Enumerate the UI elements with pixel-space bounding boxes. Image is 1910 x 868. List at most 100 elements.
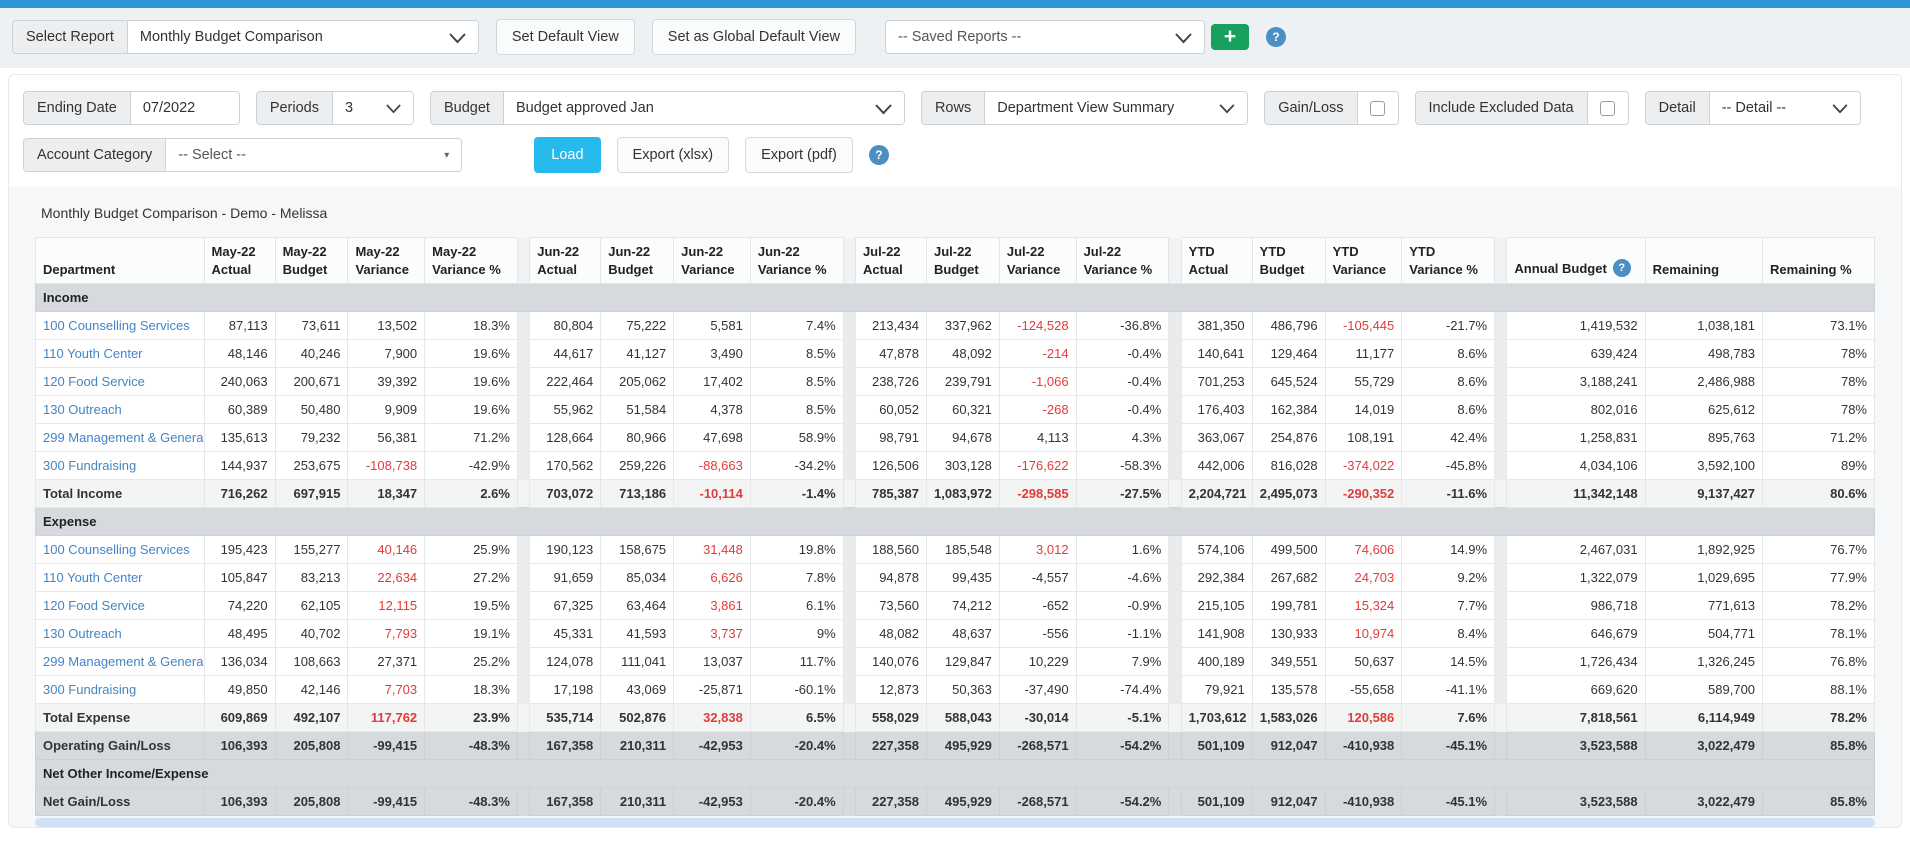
value-cell: 162,384 (1252, 396, 1325, 424)
column-spacer (1495, 340, 1507, 368)
department-link[interactable]: 120 Food Service (43, 374, 145, 389)
value-cell: -25,871 (674, 676, 751, 704)
value-cell: 259,226 (601, 452, 674, 480)
value-cell: 185,548 (926, 536, 999, 564)
department-link[interactable]: 100 Counselling Services (43, 318, 190, 333)
value-cell: -268,571 (999, 788, 1076, 816)
column-spacer (843, 452, 855, 480)
value-cell: 14.5% (1402, 648, 1495, 676)
value-cell: 167,358 (530, 788, 601, 816)
saved-reports-value: -- Saved Reports -- (898, 29, 1021, 45)
value-cell: 12,115 (348, 592, 425, 620)
toolbar-help-icon[interactable]: ? (1266, 27, 1286, 47)
value-cell: -214 (999, 340, 1076, 368)
value-cell: 363,067 (1181, 424, 1252, 452)
value-cell: 3,188,241 (1507, 368, 1645, 396)
column-spacer (1169, 620, 1181, 648)
chevron-down-icon (1832, 104, 1848, 114)
column-spacer (517, 536, 529, 564)
horizontal-scrollbar[interactable] (35, 818, 1875, 827)
column-spacer (1495, 480, 1507, 508)
table-row: 300 Fundraising49,85042,1467,70318.3%17,… (36, 676, 1875, 704)
value-cell: 645,524 (1252, 368, 1325, 396)
value-cell: 400,189 (1181, 648, 1252, 676)
value-cell: -4,557 (999, 564, 1076, 592)
value-cell: 41,593 (601, 620, 674, 648)
include-excluded-group: Include Excluded Data (1415, 91, 1629, 125)
department-link[interactable]: 130 Outreach (43, 626, 122, 641)
department-link[interactable]: 110 Youth Center (43, 346, 143, 361)
include-excluded-checkbox[interactable] (1600, 101, 1615, 116)
value-cell: 771,613 (1645, 592, 1762, 620)
saved-reports-select[interactable]: -- Saved Reports -- (886, 21, 1204, 53)
periods-select[interactable]: 3 (333, 92, 413, 124)
account-category-select[interactable]: -- Select -- ▾ (166, 139, 461, 171)
value-cell: 117,762 (348, 704, 425, 732)
value-cell: 130,933 (1252, 620, 1325, 648)
gain-loss-checkbox[interactable] (1370, 101, 1385, 116)
report-select[interactable]: Monthly Budget Comparison (128, 21, 478, 53)
col-sub-label: Actual (863, 262, 919, 277)
value-cell: -58.3% (1076, 452, 1169, 480)
value-cell: 73.1% (1763, 312, 1875, 340)
value-cell: 60,389 (204, 396, 275, 424)
value-cell: 51,584 (601, 396, 674, 424)
annual-budget-help-icon[interactable]: ? (1613, 259, 1631, 277)
chevron-down-icon (1219, 104, 1235, 114)
detail-select[interactable]: -- Detail -- (1710, 92, 1860, 124)
department-link[interactable]: 299 Management & General (43, 430, 204, 445)
ending-date-input[interactable] (131, 92, 239, 124)
value-cell: -20.4% (750, 732, 843, 760)
triangle-down-icon: ▾ (444, 150, 449, 161)
load-button[interactable]: Load (534, 137, 600, 173)
value-cell: 1,326,245 (1645, 648, 1762, 676)
filters-help-icon[interactable]: ? (869, 145, 889, 165)
value-cell: 227,358 (855, 732, 926, 760)
table-row: 300 Fundraising144,937253,675-108,738-42… (36, 452, 1875, 480)
value-cell: 60,321 (926, 396, 999, 424)
department-link[interactable]: 300 Fundraising (43, 682, 136, 697)
col-sub-label: Actual (1189, 262, 1245, 277)
section-label: Income (36, 284, 1875, 312)
value-cell: 625,612 (1645, 396, 1762, 424)
value-cell: 501,109 (1181, 788, 1252, 816)
value-cell: 6.5% (750, 704, 843, 732)
value-cell: 71.2% (1763, 424, 1875, 452)
department-link[interactable]: 110 Youth Center (43, 570, 143, 585)
set-default-view-button[interactable]: Set Default View (496, 19, 635, 55)
export-pdf-button[interactable]: Export (pdf) (745, 137, 853, 173)
value-cell: 1,583,026 (1252, 704, 1325, 732)
department-link[interactable]: 100 Counselling Services (43, 542, 190, 557)
department-link[interactable]: 120 Food Service (43, 598, 145, 613)
ending-date-label: Ending Date (24, 92, 131, 124)
department-link[interactable]: 130 Outreach (43, 402, 122, 417)
value-cell: -37,490 (999, 676, 1076, 704)
value-cell: 215,105 (1181, 592, 1252, 620)
add-report-button[interactable]: + (1211, 24, 1249, 50)
col-header-department: Department (36, 238, 205, 284)
value-cell: 442,006 (1181, 452, 1252, 480)
value-cell: 190,123 (530, 536, 601, 564)
ending-date-group: Ending Date (23, 91, 240, 125)
department-link[interactable]: 299 Management & General (43, 654, 204, 669)
value-cell: 108,663 (275, 648, 348, 676)
value-cell: -60.1% (750, 676, 843, 704)
value-cell: 71.2% (425, 424, 518, 452)
value-cell: 176,403 (1181, 396, 1252, 424)
budget-select[interactable]: Budget approved Jan (504, 92, 904, 124)
select-report-group: Select Report Monthly Budget Comparison (12, 20, 479, 54)
value-cell: 24,703 (1325, 564, 1402, 592)
set-global-default-view-button[interactable]: Set as Global Default View (652, 19, 856, 55)
col-header-jul-22-budget: Jul-22Budget (926, 238, 999, 284)
department-link[interactable]: 300 Fundraising (43, 458, 136, 473)
col-header-jun-22-variance: Jun-22Variance (674, 238, 751, 284)
export-xlsx-button[interactable]: Export (xlsx) (617, 137, 730, 173)
value-cell: -410,938 (1325, 732, 1402, 760)
value-cell: 254,876 (1252, 424, 1325, 452)
value-cell: 40,146 (348, 536, 425, 564)
column-spacer (1495, 564, 1507, 592)
value-cell: -1.4% (750, 480, 843, 508)
rows-select[interactable]: Department View Summary (985, 92, 1247, 124)
col-group-label: Jul-22 (934, 244, 992, 259)
value-cell: 7.4% (750, 312, 843, 340)
